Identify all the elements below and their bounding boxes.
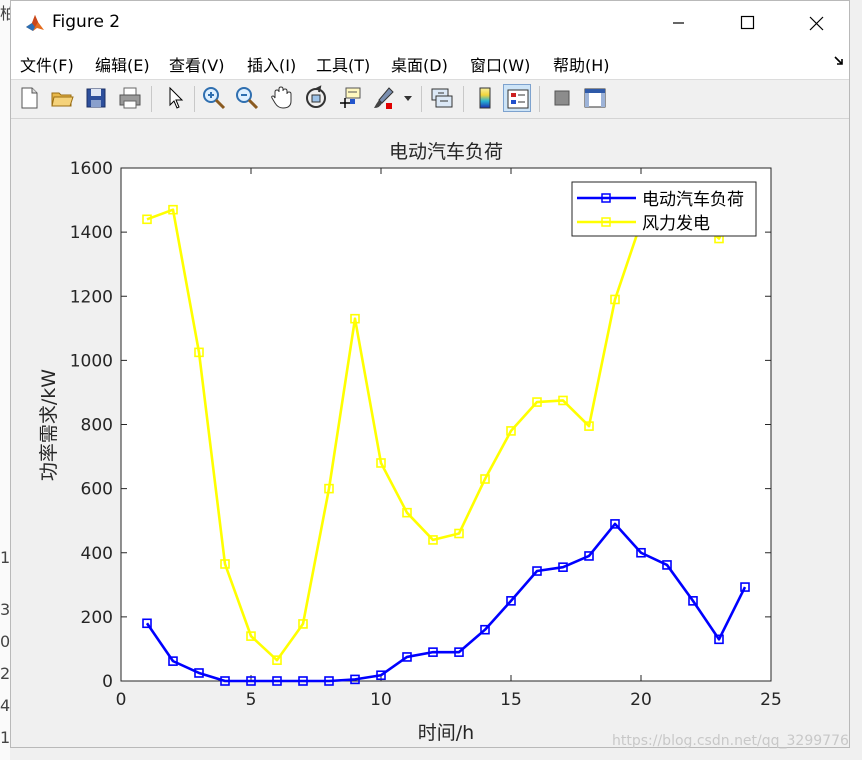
figure-canvas[interactable]: 0 5 10 15 20 25 0 200 400 600 800 1000 1200 1400 1600… <box>11 119 849 749</box>
new-figure-icon <box>21 87 38 109</box>
background-text: 3 <box>0 600 11 619</box>
save-button[interactable] <box>82 84 110 112</box>
brush-dropdown-button[interactable] <box>402 84 414 112</box>
legend-label-ev: 电动汽车负荷 <box>642 190 744 210</box>
window-title: Figure 2 <box>52 12 121 32</box>
link-plot-icon <box>431 88 453 108</box>
y-tick-label: 200 <box>81 608 113 628</box>
y-tick-label: 800 <box>81 416 113 436</box>
menu-bar: 文件(F) 编辑(E) 查看(V) 插入(I) 工具(T) 桌面(D) 窗口(W… <box>11 45 849 80</box>
close-button[interactable] <box>779 1 849 45</box>
y-tick-label: 1400 <box>70 223 113 243</box>
maximize-button[interactable] <box>713 1 783 45</box>
rotate-3d-button[interactable] <box>302 84 330 112</box>
zoom-in-button[interactable] <box>200 84 228 112</box>
y-tick-label: 1600 <box>70 159 113 179</box>
show-plot-tools-icon <box>584 88 606 108</box>
zoom-out-button[interactable] <box>233 84 261 112</box>
legend[interactable]: 电动汽车负荷 风力发电 <box>571 181 757 237</box>
menu-insert[interactable]: 插入(I) <box>247 52 296 76</box>
hide-plot-tools-button[interactable] <box>548 84 576 112</box>
y-tick-label: 1200 <box>70 287 113 307</box>
x-tick-label: 20 <box>630 690 652 710</box>
menu-tools[interactable]: 工具(T) <box>316 52 370 76</box>
brush-icon <box>374 87 394 109</box>
insert-colorbar-button[interactable] <box>471 84 499 112</box>
link-plot-button[interactable] <box>428 84 456 112</box>
toolbar <box>11 80 849 119</box>
background-text: 4 <box>0 696 11 715</box>
x-tick-label: 0 <box>116 690 127 710</box>
data-cursor-button[interactable] <box>336 84 364 112</box>
toolbar-separator <box>463 86 464 112</box>
x-axis-label: 时间/h <box>418 722 474 744</box>
menu-edit[interactable]: 编辑(E) <box>95 52 150 76</box>
minimize-button[interactable] <box>643 1 713 45</box>
pan-hand-icon <box>271 86 292 109</box>
open-file-button[interactable] <box>48 84 76 112</box>
rotate-3d-icon <box>306 85 326 108</box>
legend-icon <box>507 89 529 109</box>
menu-desktop[interactable]: 桌面(D) <box>391 52 448 76</box>
watermark: https://blog.csdn.net/qq_32997763 <box>612 733 849 749</box>
chevron-down-icon <box>404 96 412 101</box>
zoom-in-icon <box>203 87 226 110</box>
figure-window: Figure 2 文件(F) 编辑(E) 查看(V) 插入(I) 工具(T) 桌… <box>10 0 850 749</box>
y-tick-label: 1000 <box>70 351 113 371</box>
background-text: 2 <box>0 664 11 683</box>
brush-button[interactable] <box>370 84 398 112</box>
data-cursor-icon <box>340 87 361 108</box>
menu-overflow-icon[interactable] <box>833 55 845 67</box>
pan-button[interactable] <box>267 84 295 112</box>
background-text: 1 <box>0 728 11 747</box>
x-tick-label: 5 <box>246 690 257 710</box>
new-figure-button[interactable] <box>15 84 43 112</box>
toolbar-separator <box>421 86 422 112</box>
y-tick-label: 600 <box>81 480 113 500</box>
y-tick-label: 400 <box>81 544 113 564</box>
menu-file[interactable]: 文件(F) <box>20 52 74 76</box>
close-icon <box>809 16 824 31</box>
print-button[interactable] <box>116 84 144 112</box>
minimize-icon <box>673 22 684 24</box>
maximize-icon <box>740 15 755 30</box>
menu-view[interactable]: 查看(V) <box>169 52 224 76</box>
y-tick-label: 0 <box>102 672 113 692</box>
x-tick-label: 15 <box>500 690 522 710</box>
toolbar-separator <box>151 86 152 112</box>
hide-plot-tools-icon <box>554 90 570 106</box>
matlab-logo-icon <box>24 12 46 34</box>
toolbar-separator <box>194 86 195 112</box>
insert-legend-button[interactable] <box>503 84 531 112</box>
legend-label-wind: 风力发电 <box>642 214 710 234</box>
pointer-icon <box>169 86 184 109</box>
zoom-out-icon <box>236 87 259 110</box>
menu-help[interactable]: 帮助(H) <box>553 52 610 76</box>
x-tick-label: 25 <box>760 690 782 710</box>
edit-plot-button[interactable] <box>161 84 189 112</box>
y-axis-label: 功率需求/kW <box>38 369 60 481</box>
line-chart[interactable]: 0 5 10 15 20 25 0 200 400 600 800 1000 1200 1400 1600… <box>11 119 849 747</box>
toolbar-separator <box>539 86 540 112</box>
show-plot-tools-button[interactable] <box>581 84 609 112</box>
x-tick-labels: 0 5 10 15 20 25 <box>116 690 782 710</box>
axes-box[interactable] <box>120 167 772 682</box>
open-folder-icon <box>51 92 74 107</box>
menu-window[interactable]: 窗口(W) <box>470 52 530 76</box>
background-window-edge: 柏 12 3 0/ 2 4 1 <box>0 0 20 760</box>
y-tick-labels: 0 200 400 600 800 1000 1200 1400 1600 <box>70 159 113 692</box>
colorbar-icon <box>479 87 491 109</box>
save-icon <box>86 88 106 108</box>
title-bar[interactable]: Figure 2 <box>11 1 849 45</box>
x-tick-label: 10 <box>370 690 392 710</box>
print-icon <box>119 87 141 109</box>
chart-title: 电动汽车负荷 <box>389 141 503 163</box>
